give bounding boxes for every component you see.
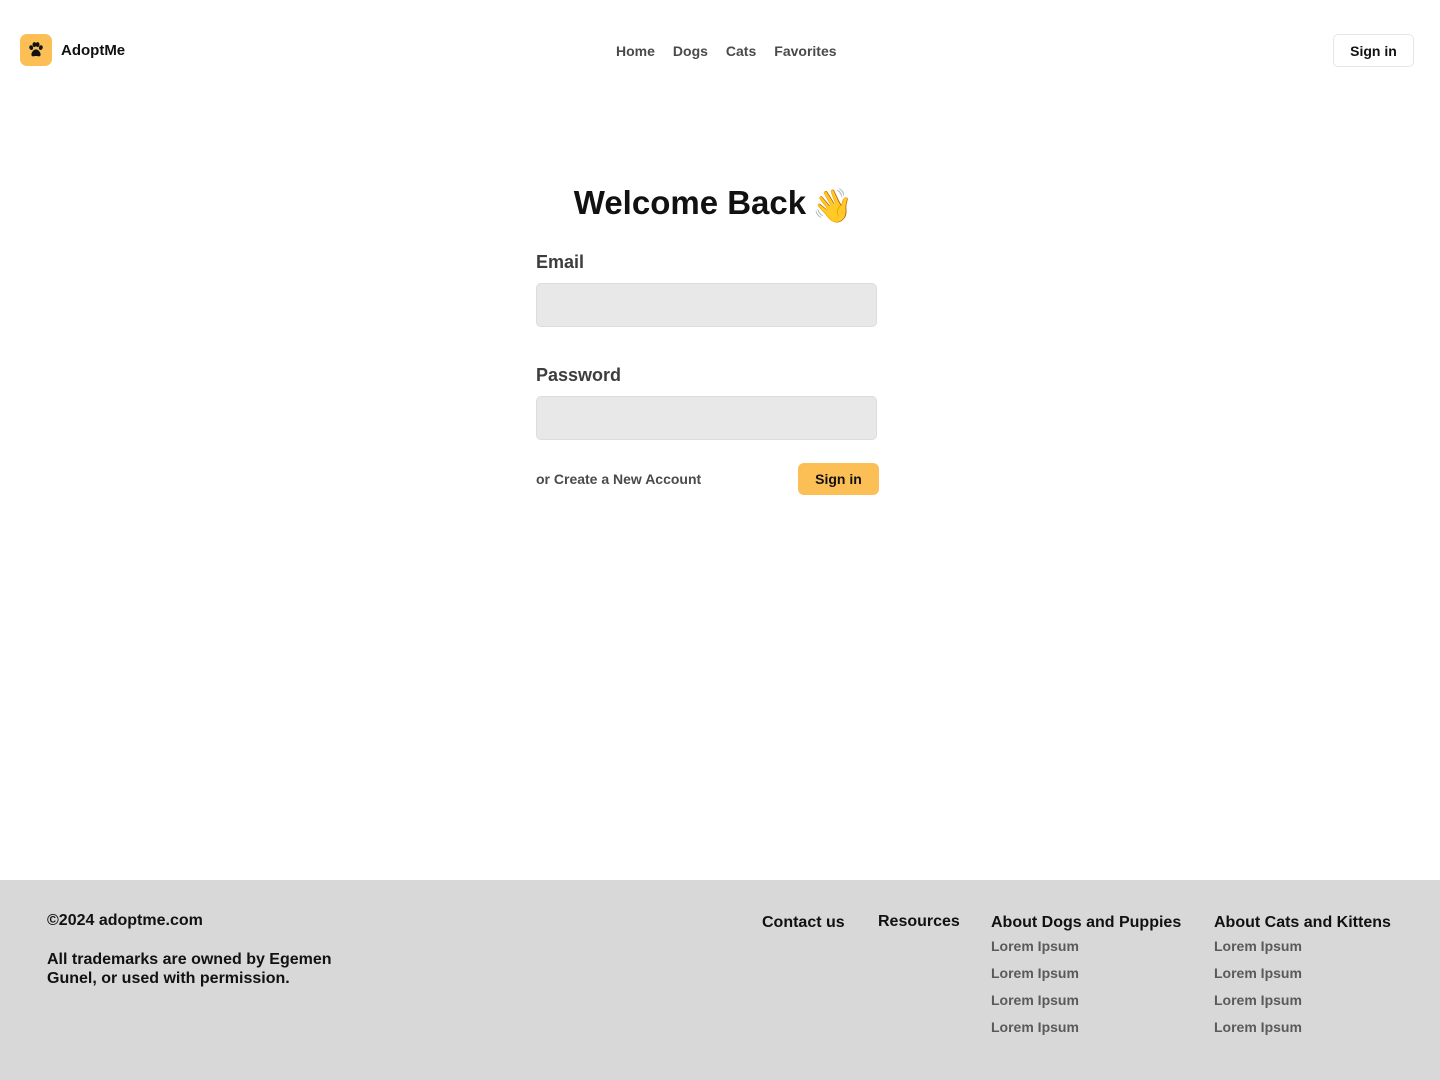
footer-link[interactable]: Lorem Ipsum [1214, 1019, 1302, 1035]
signin-submit-button[interactable]: Sign in [798, 463, 879, 495]
trademark-text: All trademarks are owned by Egemen Gunel… [47, 951, 332, 987]
paw-icon [20, 34, 52, 66]
brand-name: AdoptMe [61, 41, 126, 59]
nav-link-favorites[interactable]: Favorites [765, 43, 845, 59]
nav-link-cats[interactable]: Cats [717, 43, 765, 59]
page-title-text: Welcome Back [573, 184, 807, 221]
email-label: Email [536, 252, 585, 272]
footer-link[interactable]: Lorem Ipsum [991, 1019, 1079, 1035]
footer-links-dogs: Lorem Ipsum Lorem Ipsum Lorem Ipsum Lore… [991, 938, 1181, 1046]
brand-link[interactable]: AdoptMe [20, 34, 125, 66]
password-label: Password [536, 365, 622, 385]
header-signin-button[interactable]: Sign in [1333, 34, 1414, 67]
footer-link[interactable]: Lorem Ipsum [991, 938, 1079, 954]
site-footer: ©2024 adoptme.com All trademarks are own… [0, 880, 1440, 1080]
site-header: AdoptMe Home Dogs Cats Favorites Sign in [0, 0, 1440, 100]
waving-hand-icon: 👋 [812, 187, 854, 224]
footer-column-cats: About Cats and Kittens Lorem Ipsum Lorem… [1214, 913, 1391, 1046]
footer-link-contact-us[interactable]: Contact us [762, 913, 845, 933]
footer-link-resources[interactable]: Resources [878, 912, 960, 932]
footer-link[interactable]: Lorem Ipsum [1214, 938, 1302, 954]
footer-link[interactable]: Lorem Ipsum [1214, 965, 1302, 981]
footer-links-cats: Lorem Ipsum Lorem Ipsum Lorem Ipsum Lore… [1214, 938, 1391, 1046]
page-title: Welcome Back 👋 [0, 180, 1427, 229]
footer-column-contact: Contact us [762, 913, 845, 933]
nav-link-dogs[interactable]: Dogs [664, 43, 717, 59]
nav-link-home[interactable]: Home [607, 43, 664, 59]
create-account-link[interactable]: or Create a New Account [536, 471, 701, 487]
email-field[interactable] [536, 283, 877, 327]
footer-link[interactable]: Lorem Ipsum [1214, 992, 1302, 1008]
footer-column-dogs: About Dogs and Puppies Lorem Ipsum Lorem… [991, 913, 1181, 1046]
password-field[interactable] [536, 396, 877, 440]
footer-column-resources: Resources [878, 912, 960, 932]
main-nav: Home Dogs Cats Favorites [607, 40, 846, 62]
footer-heading-dogs: About Dogs and Puppies [991, 914, 1182, 931]
copyright-text: ©2024 adoptme.com [47, 912, 203, 929]
footer-heading-cats: About Cats and Kittens [1214, 914, 1391, 931]
footer-link[interactable]: Lorem Ipsum [991, 992, 1079, 1008]
footer-link[interactable]: Lorem Ipsum [991, 965, 1079, 981]
